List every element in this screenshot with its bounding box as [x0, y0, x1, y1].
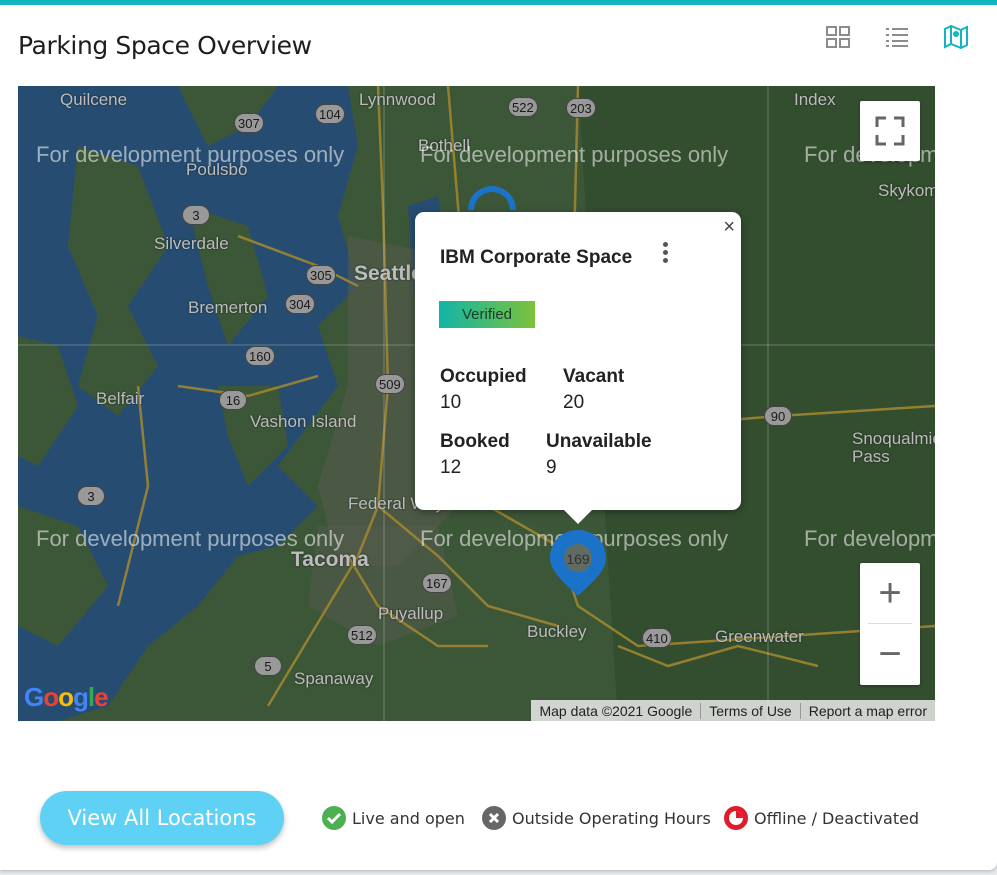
more-options-icon[interactable] — [659, 240, 671, 270]
view-all-locations-button[interactable]: View All Locations — [40, 791, 284, 845]
map-watermark: For development purposes only — [804, 526, 935, 551]
map-marker-icon[interactable]: 169 — [546, 526, 610, 603]
booked-label: Booked — [440, 431, 510, 452]
legend-live: Live and open — [322, 806, 465, 830]
report-error-link[interactable]: Report a map error — [799, 702, 935, 719]
map-view-icon[interactable] — [943, 23, 971, 51]
fullscreen-button[interactable] — [860, 101, 920, 161]
map-watermark: For development purposes only — [36, 142, 345, 167]
x-circle-icon — [482, 806, 506, 830]
vacant-label: Vacant — [563, 366, 625, 387]
status-badge: Verified — [439, 301, 535, 328]
occupied-value: 10 — [440, 392, 462, 413]
map-canvas[interactable]: Quilcene Lynnwood Index Poulsbo Bothell … — [18, 86, 935, 721]
legend-label: Offline / Deactivated — [754, 808, 920, 828]
vacant-value: 20 — [563, 392, 585, 413]
map-data-credit: Map data ©2021 Google — [539, 702, 693, 719]
map-watermark: For development purposes only — [36, 526, 345, 551]
zoom-in-button[interactable]: + — [860, 563, 920, 624]
grid-view-icon[interactable] — [825, 25, 853, 53]
check-circle-icon — [322, 806, 346, 830]
clock-icon — [724, 806, 748, 830]
page-title: Parking Space Overview — [18, 31, 312, 60]
popup-title: IBM Corporate Space — [440, 247, 633, 268]
svg-text:169: 169 — [566, 551, 590, 567]
zoom-control: + − — [860, 563, 920, 685]
legend-label: Live and open — [352, 808, 465, 828]
location-info-popup: × IBM Corporate Space Verified Occupied … — [415, 212, 741, 524]
unavailable-label: Unavailable — [546, 431, 652, 452]
list-view-icon[interactable] — [884, 25, 912, 53]
occupied-label: Occupied — [440, 366, 527, 387]
terms-link[interactable]: Terms of Use — [700, 702, 799, 719]
google-logo: Google — [24, 682, 109, 712]
map-watermark: For development purposes only — [420, 142, 729, 167]
map-attribution: Map data ©2021 Google Terms of Use Repor… — [531, 700, 935, 721]
fullscreen-icon — [875, 116, 905, 146]
zoom-out-button[interactable]: − — [860, 624, 920, 685]
legend-outside-hours: Outside Operating Hours — [482, 806, 711, 830]
parking-overview-card: Parking Space Overview Quilcene Lynnwood… — [0, 0, 997, 870]
legend-offline: Offline / Deactivated — [724, 806, 919, 830]
unavailable-value: 9 — [546, 457, 557, 478]
zoom-divider — [868, 623, 912, 624]
booked-value: 12 — [440, 457, 462, 478]
legend-label: Outside Operating Hours — [512, 808, 711, 828]
close-icon[interactable]: × — [723, 216, 735, 239]
